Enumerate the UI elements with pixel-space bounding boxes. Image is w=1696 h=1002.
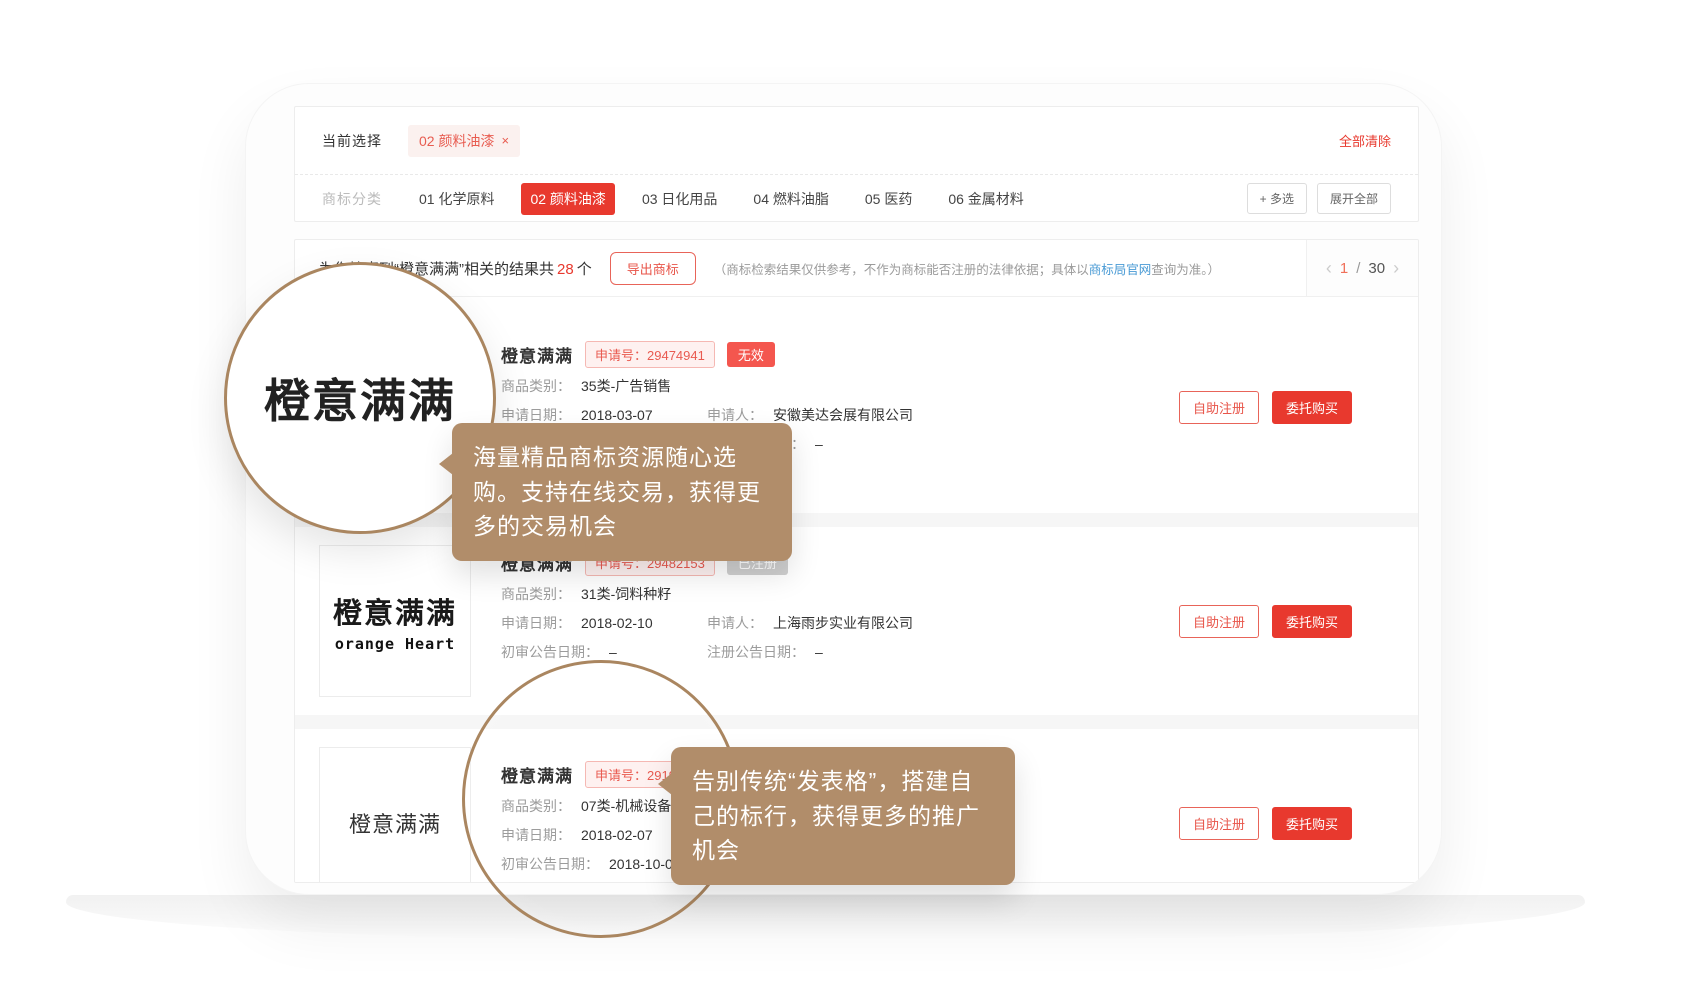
page-total: 30: [1368, 260, 1385, 277]
trademark-name: 橙意满满: [501, 342, 573, 367]
chevron-left-icon[interactable]: ‹: [1326, 259, 1332, 277]
row-actions: 自助注册 委托购买: [1179, 605, 1352, 638]
row-actions: 自助注册 委托购买: [1179, 807, 1352, 840]
current-selection-label: 当前选择: [322, 131, 382, 151]
selected-filter-chip-label: 02 颜料油漆: [419, 131, 494, 151]
tab-03-cosmetics[interactable]: 03 日化用品: [633, 183, 726, 215]
trademark-image-text: 橙意满满: [349, 807, 441, 839]
category-label: 商标分类: [322, 189, 382, 209]
selected-filter-chip[interactable]: 02 颜料油漆 ×: [408, 125, 520, 157]
disclaimer-close: 查询为准。）: [1151, 263, 1220, 277]
entrust-purchase-button[interactable]: 委托购买: [1272, 605, 1352, 638]
callout-promotion: 告别传统“发表格”，搭建自己的标行，获得更多的推广机会: [671, 747, 1015, 885]
multi-select-button[interactable]: + 多选: [1247, 183, 1307, 214]
field-label: 初审公告日期：: [501, 642, 599, 662]
status-badge: 无效: [727, 342, 775, 367]
tab-02-paint[interactable]: 02 颜料油漆: [521, 183, 614, 215]
trademark-titlebar: 橙意满满 申请号：29474941 无效: [501, 341, 913, 367]
export-trademarks-button[interactable]: 导出商标: [610, 252, 696, 285]
page-separator: /: [1356, 260, 1360, 277]
callout-marketplace-text: 海量精品商标资源随心选购。支持在线交易，获得更多的交易机会: [473, 444, 761, 539]
trademark-image: 橙意满满: [319, 747, 471, 883]
self-register-button[interactable]: 自助注册: [1179, 605, 1259, 638]
filter-panel: 当前选择 02 颜料油漆 × 全部清除 商标分类 01 化学原料 02 颜料油漆…: [294, 106, 1419, 222]
row-actions: 自助注册 委托购买: [1179, 391, 1352, 424]
disclaimer-text: （商标检索结果仅供参考，不作为商标能否注册的法律依据；具体以商标局官网查询为准。…: [714, 259, 1220, 278]
field-label: 商品类别：: [501, 584, 571, 604]
field-line: 申请日期： 2018-02-10 申请人： 上海雨步实业有限公司: [501, 613, 913, 633]
field-value: 安徽美达会展有限公司: [773, 405, 913, 425]
trademark-office-link[interactable]: 商标局官网: [1089, 263, 1152, 277]
field-value: 2018-03-07: [581, 405, 653, 425]
field-value: –: [815, 434, 823, 454]
magnified-trademark-text: 橙意满满: [264, 365, 456, 431]
application-number-value: 29474941: [647, 348, 705, 363]
field-label: 申请日期：: [501, 613, 571, 633]
field-label: 申请人：: [707, 405, 763, 425]
tab-05-pharma[interactable]: 05 医药: [856, 183, 921, 215]
field-value: 31类-饲料种籽: [581, 584, 671, 604]
summary-mid: ”相关的结果共: [459, 261, 554, 278]
trademark-image: 橙意满满 orange Heart: [319, 545, 471, 697]
field-label: 注册公告日期：: [707, 642, 805, 662]
page-current: 1: [1340, 260, 1348, 277]
tab-04-fuel[interactable]: 04 燃料油脂: [744, 183, 837, 215]
disclaimer-open: （商标检索结果仅供参考，不作为商标能否注册的法律依据；具体以: [714, 263, 1089, 277]
field-line: 商品类别： 35类-广告销售: [501, 376, 913, 396]
field-line: 商品类别： 31类-饲料种籽: [501, 584, 913, 604]
trademark-image-subtext: orange Heart: [335, 635, 455, 653]
self-register-button[interactable]: 自助注册: [1179, 391, 1259, 424]
self-register-button[interactable]: 自助注册: [1179, 807, 1259, 840]
field-value: 2018-02-10: [581, 613, 653, 633]
tab-01-chemical[interactable]: 01 化学原料: [410, 183, 503, 215]
row-divider: [295, 715, 1418, 729]
trademark-image-text: 橙意满满: [333, 590, 457, 632]
field-value: –: [815, 642, 823, 662]
summary-unit: 个: [577, 261, 592, 278]
results-summary-area: 为您检索到“橙意满满”相关的结果共28个 导出商标 （商标检索结果仅供参考，不作…: [295, 240, 1306, 296]
category-actions: + 多选 展开全部: [1247, 183, 1391, 214]
pagination: ‹ 1 / 30 ›: [1306, 240, 1418, 296]
field-label: 申请人：: [707, 613, 763, 633]
close-icon[interactable]: ×: [501, 133, 509, 148]
field-value: –: [609, 642, 617, 662]
clear-all-link[interactable]: 全部清除: [1339, 131, 1391, 150]
field-label: 申请日期：: [501, 405, 571, 425]
results-count: 28: [557, 261, 574, 278]
category-row: 商标分类 01 化学原料 02 颜料油漆 03 日化用品 04 燃料油脂 05 …: [295, 175, 1418, 222]
field-line: 初审公告日期：– 注册公告日期：–: [501, 642, 913, 662]
laptop-base: [66, 895, 1585, 941]
expand-all-button[interactable]: 展开全部: [1317, 183, 1391, 214]
chevron-right-icon[interactable]: ›: [1393, 259, 1399, 277]
results-header: 为您检索到“橙意满满”相关的结果共28个 导出商标 （商标检索结果仅供参考，不作…: [295, 240, 1418, 297]
field-value: 上海雨步实业有限公司: [773, 613, 913, 633]
callout-promotion-text: 告别传统“发表格”，搭建自己的标行，获得更多的推广机会: [692, 768, 980, 863]
category-tabs: 01 化学原料 02 颜料油漆 03 日化用品 04 燃料油脂 05 医药 06…: [410, 183, 1033, 215]
page: 当前选择 02 颜料油漆 × 全部清除 商标分类 01 化学原料 02 颜料油漆…: [0, 0, 1696, 1002]
current-selection-row: 当前选择 02 颜料油漆 × 全部清除: [295, 107, 1418, 175]
entrust-purchase-button[interactable]: 委托购买: [1272, 391, 1352, 424]
application-number-chip: 申请号：29474941: [585, 341, 715, 368]
field-value: 35类-广告销售: [581, 376, 671, 396]
tab-06-metal[interactable]: 06 金属材料: [939, 183, 1032, 215]
entrust-purchase-button[interactable]: 委托购买: [1272, 807, 1352, 840]
application-number-label: 申请号：: [595, 348, 647, 363]
field-label: 商品类别：: [501, 376, 571, 396]
callout-marketplace: 海量精品商标资源随心选购。支持在线交易，获得更多的交易机会: [452, 423, 792, 561]
field-line: 申请日期： 2018-03-07 申请人： 安徽美达会展有限公司: [501, 405, 913, 425]
